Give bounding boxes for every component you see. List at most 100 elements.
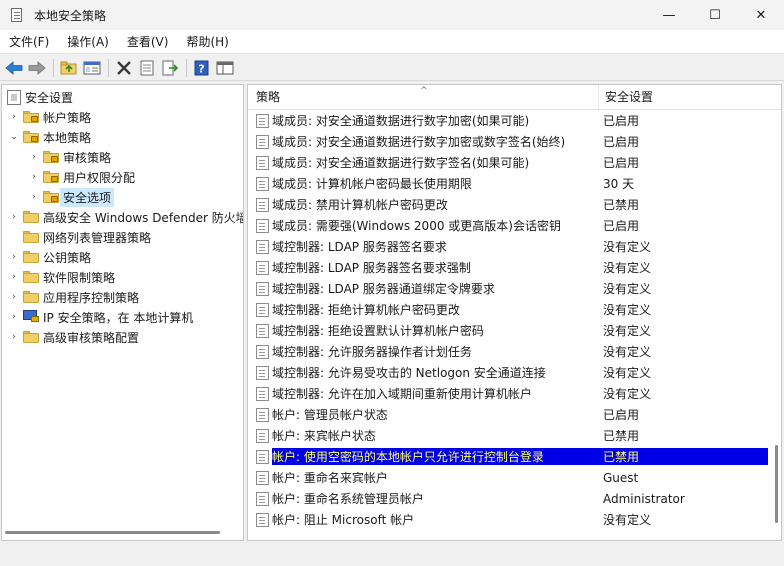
- policy-row[interactable]: 域成员: 对安全通道数据进行数字加密(如果可能) 已启用: [248, 110, 768, 131]
- policy-row[interactable]: 域控制器: 允许在加入域期间重新使用计算机帐户 没有定义: [248, 383, 768, 404]
- policy-row[interactable]: 域成员: 计算机帐户密码最长使用期限 30 天: [248, 173, 768, 194]
- expand-icon[interactable]: ›: [28, 147, 40, 167]
- tree-item-local-policies[interactable]: ⌄ 本地策略: [8, 127, 91, 147]
- policy-icon: [256, 470, 269, 485]
- expand-icon[interactable]: ›: [8, 327, 20, 347]
- policy-row[interactable]: 帐户: 重命名来宾帐户 Guest: [248, 467, 768, 488]
- policy-row[interactable]: 域控制器: 允许服务器操作者计划任务 没有定义: [248, 341, 768, 362]
- tree-item-public-key-policies[interactable]: › 公钥策略: [8, 247, 91, 267]
- policy-name: 域成员: 计算机帐户密码最长使用期限: [272, 177, 472, 191]
- expand-icon[interactable]: ›: [28, 167, 40, 187]
- policy-icon: [256, 386, 269, 401]
- tree-horizontal-scrollbar[interactable]: [5, 531, 220, 534]
- policy-row[interactable]: 域成员: 禁用计算机帐户密码更改 已禁用: [248, 194, 768, 215]
- policy-name: 域控制器: 允许服务器操作者计划任务: [272, 345, 472, 359]
- window-title: 本地安全策略: [34, 8, 107, 23]
- menu-file[interactable]: 文件(F): [0, 30, 58, 54]
- expand-icon[interactable]: ›: [8, 267, 20, 287]
- policy-icon: [256, 218, 269, 233]
- menu-help[interactable]: 帮助(H): [177, 30, 237, 54]
- policy-icon: [256, 155, 269, 170]
- policy-row[interactable]: 域成员: 对安全通道数据进行数字签名(如果可能) 已启用: [248, 152, 768, 173]
- policy-row[interactable]: 域控制器: LDAP 服务器签名要求强制 没有定义: [248, 257, 768, 278]
- policy-row[interactable]: 帐户: 阻止 Microsoft 帐户 没有定义: [248, 509, 768, 530]
- column-header-policy[interactable]: ^ 策略: [248, 85, 599, 109]
- delete-icon[interactable]: [113, 57, 135, 79]
- tree-item-defender-firewall[interactable]: › 高级安全 Windows Defender 防火墙: [8, 207, 243, 227]
- policy-row[interactable]: 域成员: 对安全通道数据进行数字加密或数字签名(始终) 已启用: [248, 131, 768, 152]
- column-header-security-setting[interactable]: 安全设置: [599, 85, 769, 109]
- tree-item-label: 安全选项: [60, 187, 115, 207]
- policy-row[interactable]: 帐户: 来宾帐户状态 已禁用: [248, 425, 768, 446]
- tree-item-security-options[interactable]: › 安全选项: [28, 187, 115, 207]
- tree-item-network-list-manager[interactable]: 网络列表管理器策略: [8, 227, 151, 247]
- policy-row[interactable]: 帐户: 重命名系统管理员帐户 Administrator: [248, 488, 768, 509]
- properties-icon[interactable]: [136, 57, 158, 79]
- tree-item-label: 网络列表管理器策略: [43, 230, 152, 245]
- policy-name: 域控制器: 允许易受攻击的 Netlogon 安全通道连接: [272, 366, 546, 380]
- policy-name: 帐户: 来宾帐户状态: [272, 429, 376, 443]
- tree-item-label: 软件限制策略: [43, 270, 116, 285]
- minimize-button[interactable]: —: [646, 0, 692, 30]
- expand-icon[interactable]: ›: [8, 307, 20, 327]
- tree-item-user-rights[interactable]: › 用户权限分配: [28, 167, 135, 187]
- policy-list-pane[interactable]: ^ 策略 安全设置 域成员: 对安全通道数据进行数字加密(如果可能) 已启用 域成员…: [247, 84, 782, 541]
- policy-row[interactable]: 帐户: 使用空密码的本地帐户只允许进行控制台登录 已禁用: [248, 446, 768, 467]
- tree-item-security-settings[interactable]: 安全设置: [4, 87, 73, 107]
- expand-icon[interactable]: ›: [28, 187, 40, 207]
- expand-icon[interactable]: ›: [8, 107, 20, 127]
- close-button[interactable]: ✕: [738, 0, 784, 30]
- menu-action[interactable]: 操作(A): [58, 30, 118, 54]
- policy-icon: [256, 176, 269, 191]
- policy-name: 域成员: 对安全通道数据进行数字加密或数字签名(始终): [272, 135, 566, 149]
- back-icon[interactable]: [3, 57, 25, 79]
- list-header: ^ 策略 安全设置: [248, 85, 781, 110]
- forward-icon[interactable]: [26, 57, 48, 79]
- mmc-pane-icon[interactable]: [214, 57, 236, 79]
- tree-item-advanced-audit[interactable]: › 高级审核策略配置: [8, 327, 139, 347]
- tree-item-account-policies[interactable]: › 帐户策略: [8, 107, 91, 127]
- policy-setting: Administrator: [603, 491, 685, 506]
- status-bar: [0, 544, 784, 566]
- maximize-button[interactable]: ☐: [692, 0, 738, 30]
- policy-icon: [256, 197, 269, 212]
- policy-setting: 已启用: [603, 408, 640, 422]
- folder-lock-icon: [23, 131, 39, 143]
- policy-row[interactable]: 域控制器: LDAP 服务器签名要求 没有定义: [248, 236, 768, 257]
- policy-name: 域控制器: LDAP 服务器签名要求强制: [272, 261, 471, 275]
- tree-item-app-control[interactable]: › 应用程序控制策略: [8, 287, 139, 307]
- policy-setting: 没有定义: [603, 282, 652, 296]
- policy-setting: 已启用: [603, 156, 640, 170]
- policy-row[interactable]: 域控制器: 拒绝设置默认计算机帐户密码 没有定义: [248, 320, 768, 341]
- policy-icon: [256, 239, 269, 254]
- policy-icon: [256, 407, 269, 422]
- menu-bar: 文件(F) 操作(A) 查看(V) 帮助(H): [0, 30, 784, 54]
- policy-name: 域控制器: 拒绝设置默认计算机帐户密码: [272, 324, 484, 338]
- up-folder-icon[interactable]: [58, 57, 80, 79]
- tree-item-software-restriction[interactable]: › 软件限制策略: [8, 267, 115, 287]
- policy-row[interactable]: 域控制器: 拒绝计算机帐户密码更改 没有定义: [248, 299, 768, 320]
- expand-icon[interactable]: ›: [8, 287, 20, 307]
- menu-view[interactable]: 查看(V): [118, 30, 178, 54]
- policy-row[interactable]: 域成员: 需要强(Windows 2000 或更高版本)会话密钥 已启用: [248, 215, 768, 236]
- policy-row[interactable]: 域控制器: LDAP 服务器通道绑定令牌要求 没有定义: [248, 278, 768, 299]
- tree-item-ip-security[interactable]: › IP 安全策略，在 本地计算机: [8, 307, 193, 327]
- tree-item-label: 本地策略: [43, 130, 92, 145]
- policy-icon: [256, 281, 269, 296]
- policy-row[interactable]: 域控制器: 允许易受攻击的 Netlogon 安全通道连接 没有定义: [248, 362, 768, 383]
- policy-name: 帐户: 重命名系统管理员帐户: [272, 492, 424, 506]
- export-list-icon[interactable]: [159, 57, 181, 79]
- tree-item-label: 高级审核策略配置: [43, 330, 140, 345]
- policy-setting: 没有定义: [603, 261, 652, 275]
- folder-icon: [23, 251, 39, 263]
- show-hide-tree-icon[interactable]: [81, 57, 103, 79]
- tree-pane[interactable]: 安全设置 › 帐户策略 ⌄ 本地策略 › 审核策略 › 用户权限分配 › 安全选…: [1, 84, 244, 541]
- collapse-icon[interactable]: ⌄: [8, 127, 20, 147]
- tree-item-audit-policy[interactable]: › 审核策略: [28, 147, 111, 167]
- expand-icon[interactable]: ›: [8, 207, 20, 227]
- list-vertical-scrollbar[interactable]: [775, 445, 778, 523]
- policy-row[interactable]: 帐户: 管理员帐户状态 已启用: [248, 404, 768, 425]
- expand-icon[interactable]: ›: [8, 247, 20, 267]
- help-icon[interactable]: ?: [191, 57, 213, 79]
